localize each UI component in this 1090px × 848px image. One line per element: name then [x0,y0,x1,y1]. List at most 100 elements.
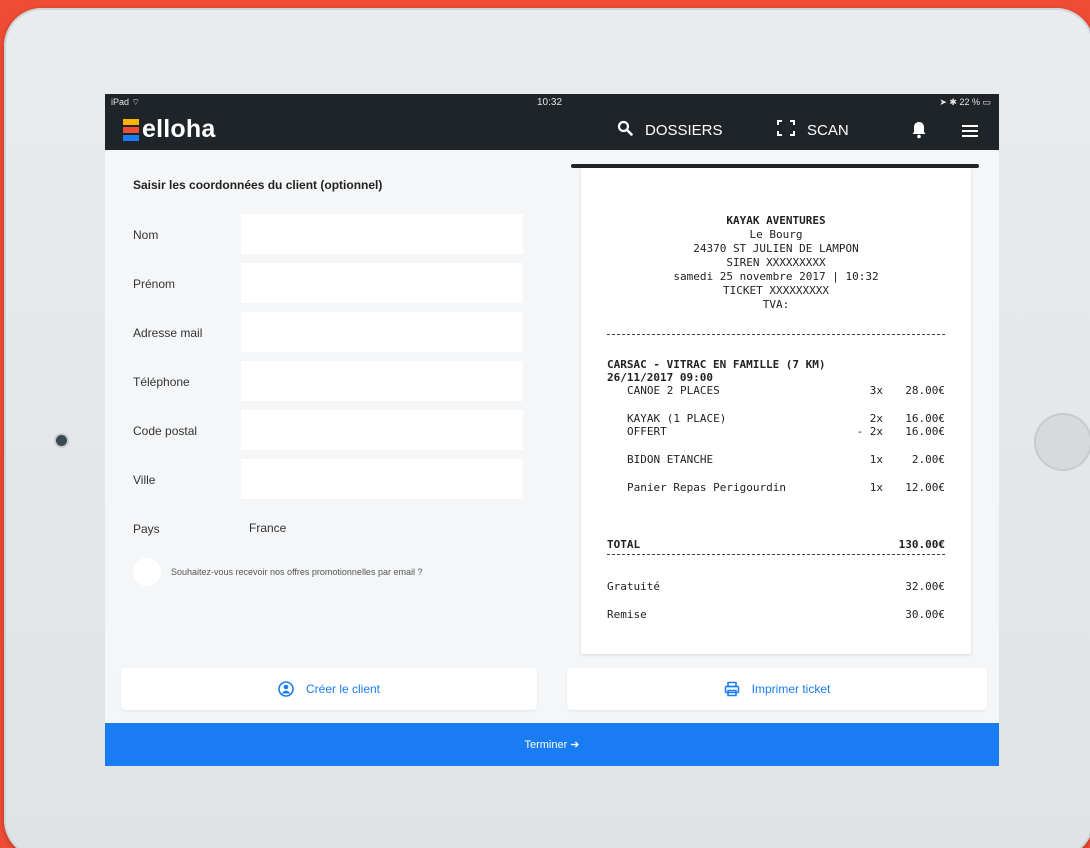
remise-value: 30.00€ [905,608,945,621]
promo-option[interactable]: Souhaitez-vous recevoir nos offres promo… [133,558,422,586]
telephone-input[interactable] [241,361,523,401]
search-icon [617,120,633,140]
receipt-company: KAYAK AVENTURES [726,214,826,227]
receipt-item: OFFERT - 2x 16.00€ [627,425,945,439]
battery-level: 22 % [959,97,980,107]
field-label: Adresse mail [133,326,203,340]
printer-icon [724,681,740,697]
receipt-item: KAYAK (1 PLACE) 2x 16.00€ [627,412,945,426]
receipt-item: CANOE 2 PLACES 3x 28.00€ [627,384,945,398]
receipt-remise: Remise 30.00€ [607,608,945,622]
ville-input[interactable] [241,459,523,499]
status-right: ➤ ✱ 22 % ▭ [939,97,991,108]
receipt-preview: KAYAK AVENTURES Le Bourg 24370 ST JULIEN… [581,168,971,654]
receipt-gratuite: Gratuité 32.00€ [607,580,945,594]
wifi-icon: ⌔ [131,97,140,107]
form-title: Saisir les coordonnées du client (option… [133,178,383,192]
receipt-date: samedi 25 novembre 2017 | 10:32 [673,270,879,283]
battery-icon: ▭ [982,97,991,107]
field-nom: Nom [105,214,545,256]
field-label: Pays [133,522,160,536]
gratuite-value: 32.00€ [905,580,945,593]
remise-label: Remise [607,608,647,621]
client-form: Saisir les coordonnées du client (option… [105,150,545,660]
item-label: OFFERT [627,425,667,438]
activity-name: CARSAC - VITRAC EN FAMILLE (7 KM) [607,358,826,371]
receipt-address1: Le Bourg [749,228,803,241]
field-label: Nom [133,228,159,242]
total-label: TOTAL [607,538,641,551]
item-price: 16.00€ [905,412,945,425]
create-client-button[interactable]: Créer le client [121,668,537,710]
field-code-postal: Code postal [105,410,545,452]
app-header: iPad ⌔ 10:32 ➤ ✱ 22 % ▭ elloha DOSSIERS [105,94,999,150]
finish-button[interactable]: Terminer ➜ [105,723,999,766]
nav-scan[interactable]: SCAN [777,120,849,140]
receipt-item: Panier Repas Perigourdin 1x 12.00€ [627,481,945,495]
nav-dossiers-label: DOSSIERS [645,121,723,139]
receipt-separator [607,554,945,555]
receipt-total: TOTAL 130.00€ [607,538,945,552]
nav-dossiers[interactable]: DOSSIERS [617,120,723,140]
promo-label: Souhaitez-vous recevoir nos offres promo… [171,567,423,577]
brand-logo[interactable]: elloha [123,115,215,144]
code-postal-input[interactable] [241,410,523,450]
email-input[interactable] [241,312,523,352]
location-icon: ➤ [939,97,947,107]
field-label: Ville [133,473,156,487]
nav-scan-label: SCAN [807,121,849,139]
print-ticket-button[interactable]: Imprimer ticket [567,668,987,710]
item-price: 12.00€ [905,481,945,494]
item-label: Panier Repas Perigourdin [627,481,786,494]
status-time: 10:32 [537,97,563,108]
bluetooth-icon: ✱ [949,97,957,107]
home-button[interactable] [1034,413,1090,471]
prenom-input[interactable] [241,263,523,303]
receipt-activity-date: 26/11/2017 09:00 [607,371,945,385]
receipt-tva: TVA: [762,298,790,311]
field-telephone: Téléphone [105,361,545,403]
brand-name: elloha [142,115,216,143]
item-qty: 1x [869,481,883,494]
item-label: CANOE 2 PLACES [627,384,720,397]
gratuite-label: Gratuité [607,580,660,593]
user-icon [278,681,294,697]
item-qty: 2x [869,412,883,425]
item-price: 28.00€ [905,384,945,397]
menu-icon[interactable] [962,125,978,140]
receipt-ticket: TICKET XXXXXXXXX [723,284,829,297]
total-value: 130.00€ [898,538,945,551]
receipt-item: BIDON ETANCHE 1x 2.00€ [627,453,945,467]
item-label: BIDON ETANCHE [627,453,714,466]
print-ticket-label: Imprimer ticket [751,682,831,696]
pays-input[interactable] [241,508,523,548]
item-qty: 3x [869,384,883,397]
item-label: KAYAK (1 PLACE) [627,412,727,425]
field-email: Adresse mail [105,312,545,354]
status-device: iPad ⌔ [111,97,140,108]
logo-icon [123,118,139,141]
nom-input[interactable] [241,214,523,254]
item-price: 16.00€ [905,425,945,438]
item-qty: - 2x [856,425,884,438]
field-ville: Ville [105,459,545,501]
item-qty: 1x [869,453,883,466]
scan-icon [777,120,795,140]
receipt-siren: SIREN XXXXXXXXX [726,256,826,269]
receipt-separator [607,334,945,335]
field-label: Prénom [133,277,176,291]
app-screen: iPad ⌔ 10:32 ➤ ✱ 22 % ▭ elloha DOSSIERS [105,94,999,766]
field-label: Téléphone [133,375,190,389]
bell-icon[interactable] [911,121,927,139]
finish-label: Terminer ➜ [524,739,580,751]
field-label: Code postal [133,424,198,438]
field-prenom: Prénom [105,263,545,305]
item-price: 2.00€ [911,453,945,466]
receipt-activity: CARSAC - VITRAC EN FAMILLE (7 KM) [607,358,945,372]
receipt-address2: 24370 ST JULIEN DE LAMPON [693,242,859,255]
promo-toggle[interactable] [133,558,161,586]
camera-icon [56,435,67,446]
create-client-label: Créer le client [305,682,381,696]
activity-date: 26/11/2017 09:00 [607,371,713,384]
field-pays: Pays [105,508,545,550]
